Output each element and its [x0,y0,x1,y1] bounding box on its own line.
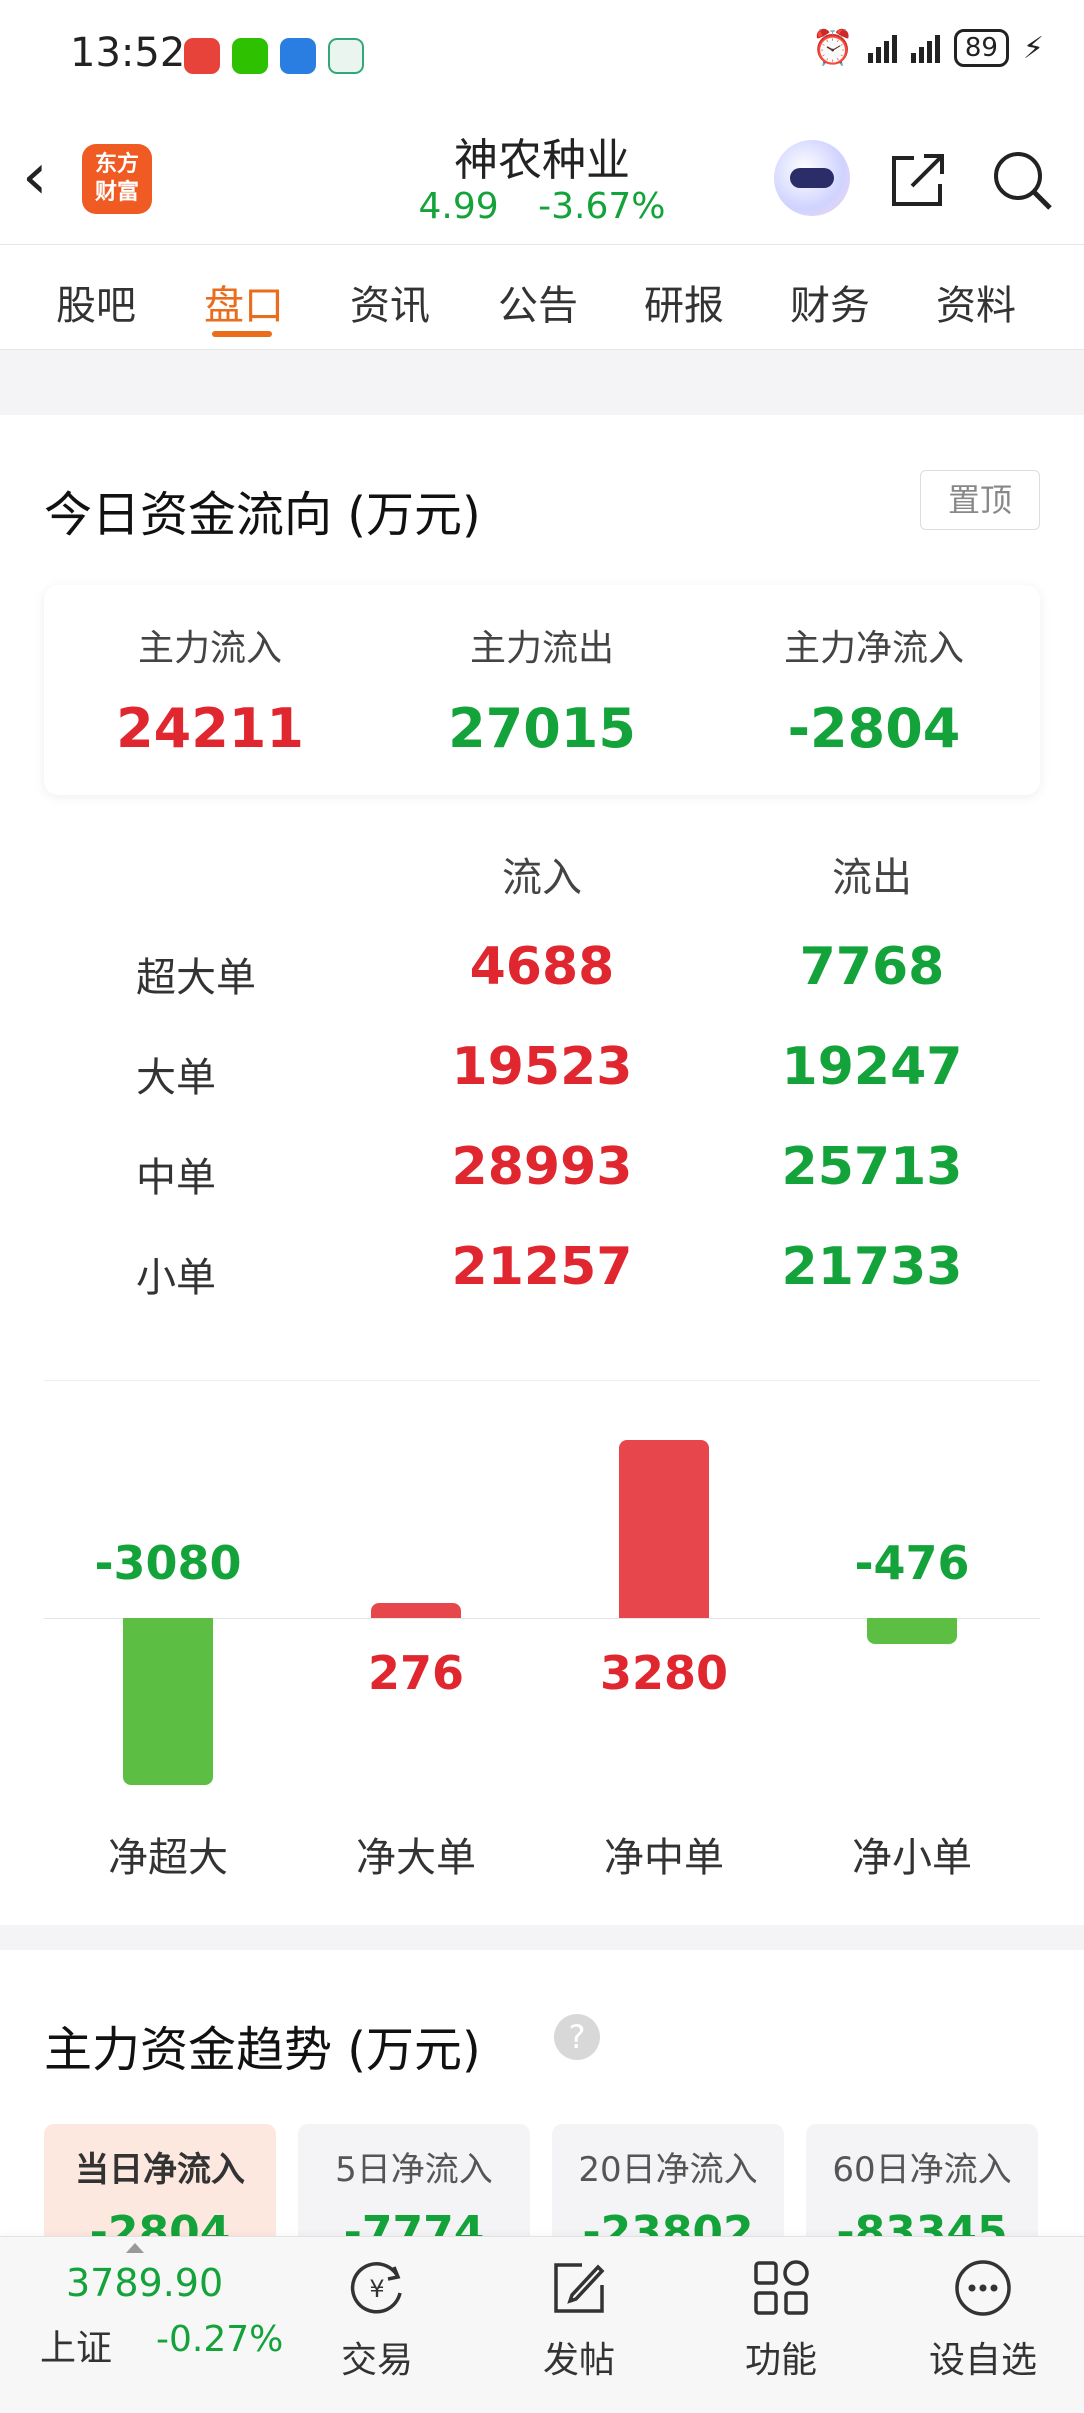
index-change[interactable]: -0.27% [156,2319,283,2360]
nav-add-watchlist[interactable]: 设自选 [898,2237,1068,2413]
stock-change: -3.67% [538,186,666,227]
app-notification-icon [328,38,364,74]
app-notification-icon [280,38,316,74]
app-notification-icon [184,38,220,74]
nav-label: 功能 [744,2340,817,2381]
chart-bar [123,1618,213,1786]
charging-icon: ⚡ [1022,30,1044,66]
battery-icon: 89 [953,29,1009,67]
chevron-up-icon[interactable] [126,2243,144,2253]
nav-label: 设自选 [928,2340,1037,2381]
tab-pankou[interactable]: 盘口 [204,273,284,331]
trend-tab-label: 20日净流入 [578,2150,758,2190]
trend-tab-label: 5日净流入 [335,2150,493,2190]
chart-category-label: 净大单 [356,1835,476,1881]
chart-category-label: 净超大 [108,1835,228,1881]
active-tab-indicator [212,331,272,337]
more-icon [955,2260,1011,2316]
tab-profile[interactable]: 资料 [936,273,1016,331]
index-value[interactable]: 3789.90 [66,2261,223,2305]
tab-news[interactable]: 资讯 [350,273,430,331]
chart-data-label: -476 [854,1536,970,1590]
chart-bar [371,1603,461,1618]
nav-functions[interactable]: 功能 [696,2237,866,2413]
tab-bar: 股吧 盘口 资讯 公告 研报 财务 资料 [0,244,1084,350]
chart-data-label: 3280 [599,1646,729,1700]
nav-label: 发帖 [542,2340,615,2381]
nav-post[interactable]: 发帖 [494,2237,664,2413]
stock-price: 4.99 [418,186,499,227]
chart-bar [619,1440,709,1618]
tab-announcements[interactable]: 公告 [498,273,578,331]
wechat-icon [232,38,268,74]
status-time: 13:52 [70,30,186,76]
chart-data-label: -3080 [94,1536,242,1590]
section-title: 主力资金趋势 (万元) [44,2022,481,2078]
fund-flow-card: 今日资金流向 (万元) 置顶 主力流入 24211 主力流出 27015 主力净… [0,415,1084,1925]
chart-category-label: 净小单 [852,1835,972,1881]
chart-data-label: 276 [367,1646,465,1700]
chart-bar [867,1618,957,1644]
signal-icon [867,33,897,63]
alarm-icon: ⏰ [811,28,854,68]
share-icon[interactable] [888,150,948,210]
bottom-bar: 3789.90 上证 -0.27% ¥ 交易 发帖 功能 设自选 [0,2236,1084,2413]
edit-icon [554,2263,605,2313]
svg-text:¥: ¥ [369,2275,384,2303]
signal-icon [910,33,940,63]
tab-guba[interactable]: 股吧 [56,273,136,331]
status-bar: 13:52 ⏰ 89 ⚡ [0,0,1084,110]
grid-icon [754,2260,809,2315]
nav-trade[interactable]: ¥ 交易 [292,2237,462,2413]
chart-category-label: 净中单 [604,1835,724,1881]
nav-label: 交易 [340,2340,413,2381]
index-name[interactable]: 上证 [40,2319,112,2371]
trend-tab-label: 60日净流入 [832,2150,1012,2190]
trend-tab-label: 当日净流入 [75,2150,245,2190]
tab-research[interactable]: 研报 [644,273,724,331]
yen-exchange-icon: ¥ [350,2262,402,2314]
question-icon[interactable]: ? [554,2014,600,2060]
tab-finance[interactable]: 财务 [790,273,870,331]
search-icon[interactable] [990,148,1054,212]
ai-assistant-icon[interactable] [774,140,850,216]
status-indicators: ⏰ 89 ⚡ [811,28,1044,68]
header: ‹ 东方 财富 神农种业 4.99 -3.67% [0,110,1084,244]
net-flow-bar-chart: -3080 净超大 276 净大单 3280 净中单 -476 净小单 [0,415,1084,1925]
